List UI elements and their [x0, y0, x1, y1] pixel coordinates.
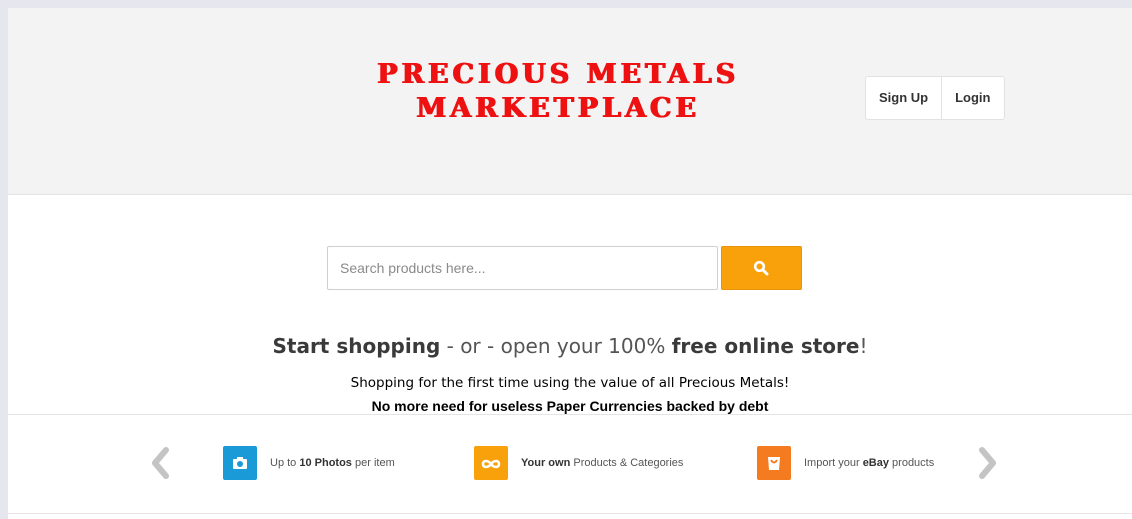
feature-text-bold: eBay — [862, 457, 889, 469]
logo-line-1: PRECIOUS METALS — [377, 59, 739, 90]
feature-text-post: per item — [351, 457, 395, 469]
feature-icon-tile — [474, 446, 508, 480]
feature-text-bold: Your own — [521, 457, 571, 469]
login-button[interactable]: Login — [941, 77, 1003, 119]
feature-text-post: Products & Categories — [570, 457, 684, 469]
feature-text-bold: 10 Photos — [299, 457, 352, 469]
tagline-exclamation: ! — [859, 334, 868, 358]
feature-photos: Up to 10 Photos per item — [223, 446, 395, 480]
feature-products-text: Your own Products & Categories — [521, 457, 683, 469]
tagline-start-shopping: Start shopping — [272, 334, 441, 358]
feature-text-pre: Up to — [270, 457, 300, 469]
feature-photos-text: Up to 10 Photos per item — [270, 457, 395, 469]
logo-line-2: MARKETPLACE — [416, 93, 700, 124]
site-header: PRECIOUS METALS MARKETPLACE Sign Up Logi… — [8, 8, 1132, 195]
shopping-bag-icon — [768, 457, 780, 470]
auth-button-group: Sign Up Login — [865, 76, 1005, 120]
chevron-right-icon[interactable] — [977, 447, 997, 479]
page: PRECIOUS METALS MARKETPLACE Sign Up Logi… — [8, 8, 1132, 519]
search-icon — [753, 260, 769, 276]
hero-subtitle: Shopping for the first time using the va… — [350, 375, 790, 391]
hero-tagline: Start shopping - or - open your 100% fre… — [8, 334, 1132, 358]
feature-text-pre: Import your — [804, 457, 863, 469]
feature-products: Your own Products & Categories — [474, 446, 683, 480]
camera-icon — [233, 457, 247, 469]
site-logo[interactable]: PRECIOUS METALS MARKETPLACE — [308, 58, 808, 126]
search-button[interactable] — [721, 246, 802, 290]
features-carousel: Up to 10 Photos per item Your own Produc… — [8, 414, 1132, 514]
feature-text-post: products — [888, 457, 935, 469]
feature-ebay-import: Import your eBay products — [757, 446, 934, 480]
feature-ebay-text: Import your eBay products — [804, 457, 934, 469]
tagline-free-store: free online store — [671, 334, 860, 358]
hero-subtitle-bold: No more need for useless Paper Currencie… — [371, 398, 769, 414]
feature-icon-tile — [223, 446, 257, 480]
search-input[interactable] — [327, 246, 718, 290]
sign-up-button[interactable]: Sign Up — [866, 77, 941, 119]
feature-icon-tile — [757, 446, 791, 480]
infinity-icon — [481, 459, 501, 469]
tagline-or: - or - open your 100% — [440, 334, 672, 358]
chevron-left-icon[interactable] — [151, 447, 171, 479]
